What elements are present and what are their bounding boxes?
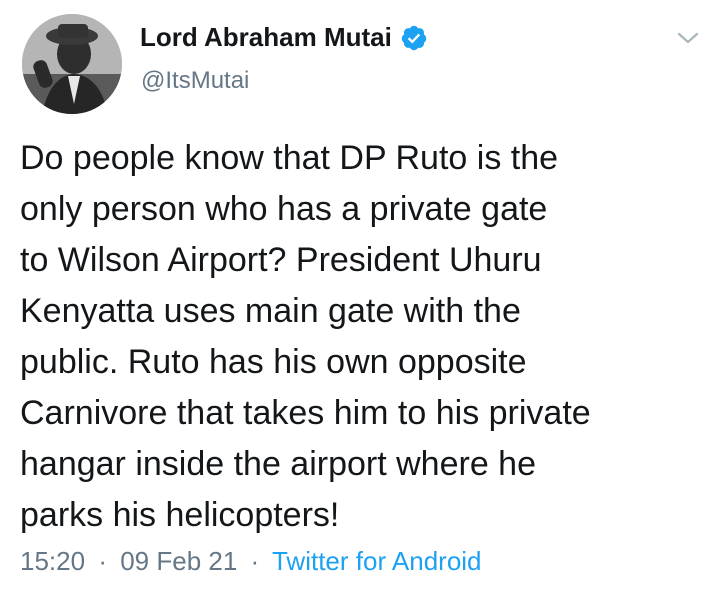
tweet-line: Do people know that DP Ruto is the <box>20 139 559 177</box>
verified-badge-icon <box>401 25 427 50</box>
meta-separator: · <box>98 546 107 576</box>
author-row: Lord Abraham Mutai <box>140 22 428 53</box>
tweet-line: Kenyatta uses main gate with the <box>20 292 521 330</box>
author-handle[interactable]: @ItsMutai <box>141 67 249 95</box>
tweet-meta: 15:20 · 09 Feb 21 · Twitter for Android <box>20 546 482 577</box>
chevron-down-icon[interactable] <box>676 30 700 46</box>
tweet-date[interactable]: 09 Feb 21 <box>120 546 237 576</box>
tweet-line: Carnivore that takes him to his private <box>20 394 591 432</box>
tweet-line: hangar inside the airport where he <box>20 445 536 483</box>
tweet-source-link[interactable]: Twitter for Android <box>272 546 482 576</box>
avatar-image <box>22 14 122 114</box>
tweet-time[interactable]: 15:20 <box>20 546 85 576</box>
tweet-line: parks his helicopters! <box>20 496 340 534</box>
tweet-text: Do people know that DP Ruto is the only … <box>20 133 710 541</box>
tweet-line: only person who has a private gate <box>20 190 548 228</box>
tweet-line: to Wilson Airport? President Uhuru <box>20 241 542 279</box>
meta-separator: · <box>250 546 260 576</box>
avatar[interactable] <box>22 14 122 114</box>
tweet-card: Lord Abraham Mutai @ItsMutai Do people k… <box>0 0 720 595</box>
author-name[interactable]: Lord Abraham Mutai <box>140 22 392 53</box>
tweet-line: public. Ruto has his own opposite <box>20 343 527 381</box>
